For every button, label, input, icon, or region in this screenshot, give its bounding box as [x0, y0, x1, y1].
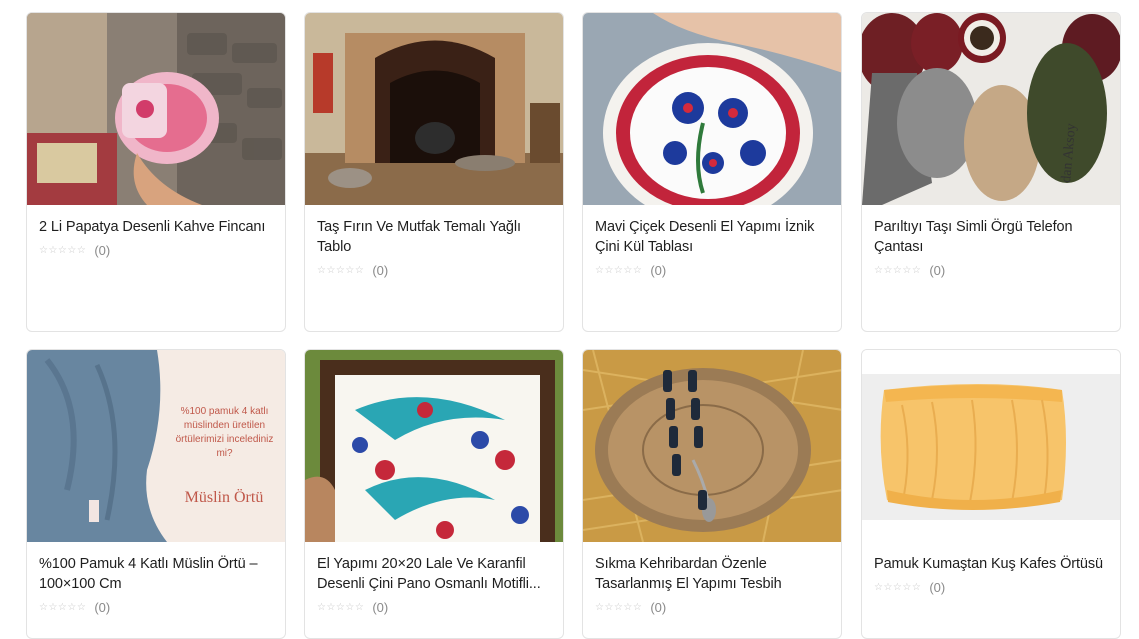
- product-title[interactable]: Mavi Çiçek Desenli El Yapımı İznik Çini …: [595, 217, 829, 257]
- product-card[interactable]: Taş Fırın Ve Mutfak Temalı Yağlı Tablo ☆…: [304, 12, 564, 332]
- product-card[interactable]: %100 pamuk 4 katlı müslinden üretilen ör…: [26, 349, 286, 639]
- product-image[interactable]: [27, 13, 285, 205]
- rating-count: (0): [650, 600, 667, 615]
- product-title[interactable]: Sıkma Kehribardan Özenle Tasarlanmış El …: [595, 554, 829, 594]
- product-rating: ☆☆☆☆☆ (0): [39, 600, 110, 615]
- product-rating: ☆☆☆☆☆ (0): [317, 600, 388, 615]
- product-rating: ☆☆☆☆☆ (0): [317, 263, 388, 278]
- product-card[interactable]: dan Aksoy Parıltıyı Taşı Simli Örgü Tele…: [861, 12, 1121, 332]
- product-image[interactable]: dan Aksoy: [862, 13, 1120, 205]
- product-rating: ☆☆☆☆☆ (0): [39, 243, 110, 258]
- product-image[interactable]: [305, 350, 563, 542]
- product-card[interactable]: El Yapımı 20×20 Lale Ve Karanfil Desenli…: [304, 349, 564, 639]
- rating-count: (0): [372, 600, 389, 615]
- rating-count: (0): [650, 263, 667, 278]
- product-image[interactable]: %100 pamuk 4 katlı müslinden üretilen ör…: [27, 350, 285, 542]
- rating-stars-icon: ☆☆☆☆☆: [317, 602, 365, 613]
- rating-stars-icon: ☆☆☆☆☆: [874, 265, 922, 276]
- rating-count: (0): [94, 243, 111, 258]
- rating-stars-icon: ☆☆☆☆☆: [317, 265, 365, 276]
- product-image[interactable]: [862, 350, 1120, 542]
- rating-stars-icon: ☆☆☆☆☆: [39, 245, 87, 256]
- product-title[interactable]: 2 Li Papatya Desenli Kahve Fincanı: [39, 217, 273, 237]
- product-card[interactable]: Sıkma Kehribardan Özenle Tasarlanmış El …: [582, 349, 842, 639]
- rating-count: (0): [929, 580, 946, 595]
- product-rating: ☆☆☆☆☆ (0): [595, 600, 666, 615]
- rating-count: (0): [94, 600, 111, 615]
- product-image[interactable]: [583, 350, 841, 542]
- product-rating: ☆☆☆☆☆ (0): [874, 580, 945, 595]
- product-image[interactable]: [305, 13, 563, 205]
- product-card[interactable]: Mavi Çiçek Desenli El Yapımı İznik Çini …: [582, 12, 842, 332]
- rating-stars-icon: ☆☆☆☆☆: [595, 265, 643, 276]
- product-card[interactable]: Pamuk Kumaştan Kuş Kafes Örtüsü ☆☆☆☆☆ (0…: [861, 349, 1121, 639]
- rating-count: (0): [929, 263, 946, 278]
- product-title[interactable]: Parıltıyı Taşı Simli Örgü Telefon Çantas…: [874, 217, 1108, 257]
- rating-stars-icon: ☆☆☆☆☆: [39, 602, 87, 613]
- image-text: %100 pamuk 4 katlı müslinden üretilen ör…: [175, 406, 274, 459]
- product-title[interactable]: El Yapımı 20×20 Lale Ve Karanfil Desenli…: [317, 554, 551, 594]
- product-rating: ☆☆☆☆☆ (0): [595, 263, 666, 278]
- rating-count: (0): [372, 263, 389, 278]
- rating-stars-icon: ☆☆☆☆☆: [874, 582, 922, 593]
- rating-stars-icon: ☆☆☆☆☆: [595, 602, 643, 613]
- product-image[interactable]: [583, 13, 841, 205]
- product-title[interactable]: Taş Fırın Ve Mutfak Temalı Yağlı Tablo: [317, 217, 551, 257]
- image-brand: Müslin Örtü: [185, 488, 264, 506]
- product-card[interactable]: 2 Li Papatya Desenli Kahve Fincanı ☆☆☆☆☆…: [26, 12, 286, 332]
- product-rating: ☆☆☆☆☆ (0): [874, 263, 945, 278]
- product-title[interactable]: %100 Pamuk 4 Katlı Müslin Örtü – 100×100…: [39, 554, 273, 594]
- product-title[interactable]: Pamuk Kumaştan Kuş Kafes Örtüsü: [874, 554, 1108, 574]
